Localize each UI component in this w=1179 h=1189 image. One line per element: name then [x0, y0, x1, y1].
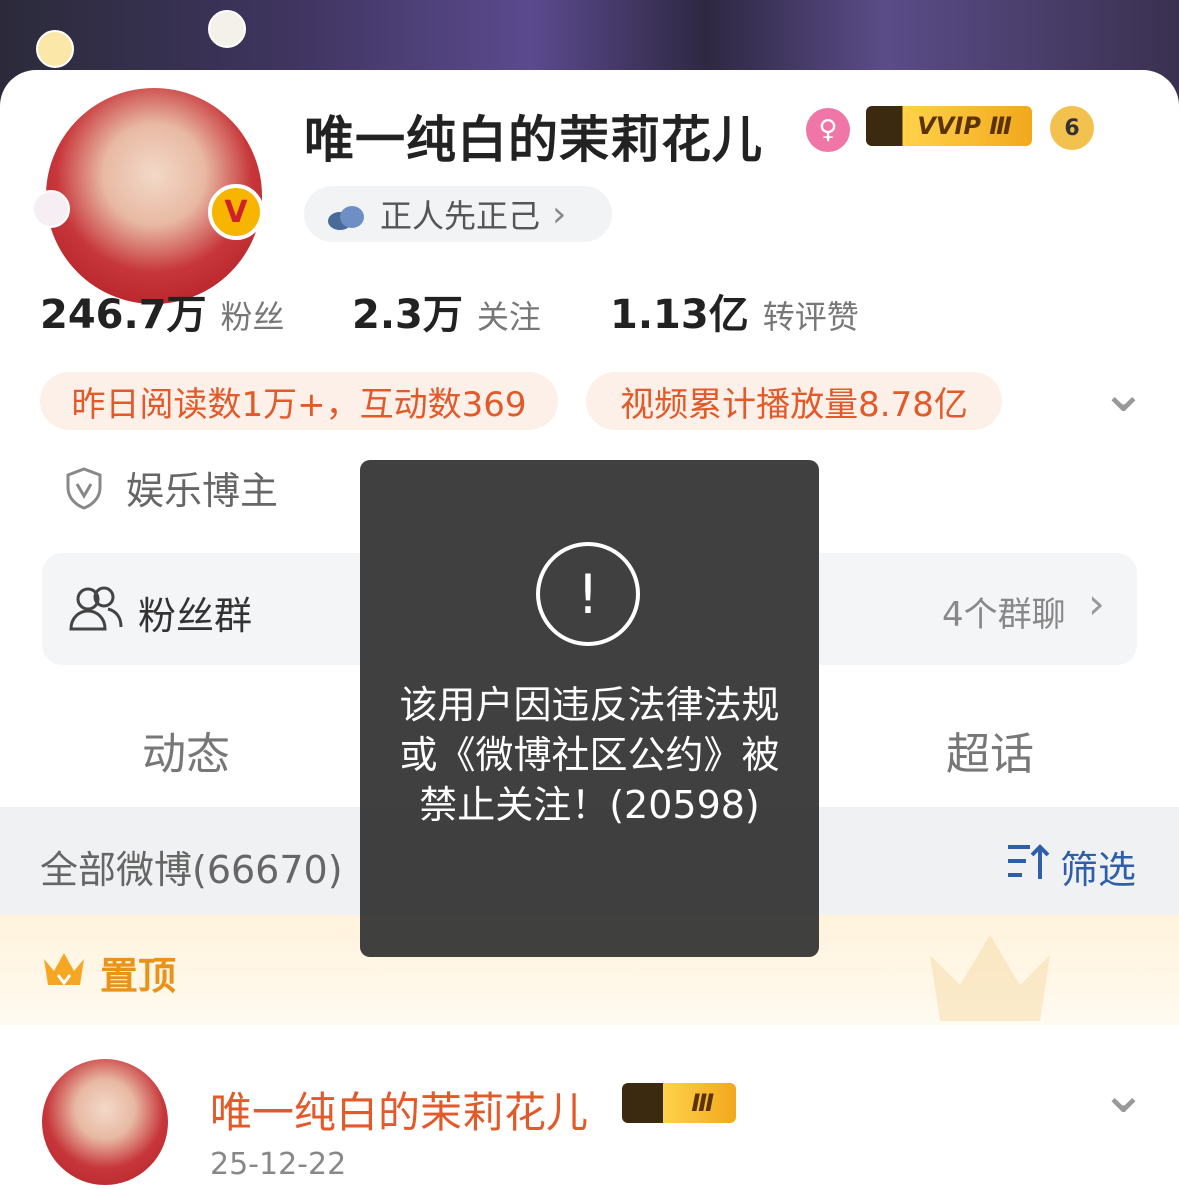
post-avatar[interactable] — [38, 1055, 172, 1189]
stat-following[interactable]: 2.3万 关注 — [352, 282, 541, 340]
group-chat-count: 4个群聊 — [942, 595, 1066, 635]
level-badge-icon[interactable]: 6 — [1050, 106, 1094, 150]
toast-message: 该用户因违反法律法规或《微博社区公约》被禁止关注！(20598) — [399, 683, 780, 827]
crown-watermark-icon — [920, 925, 1060, 1029]
post-date: 25-12-22 — [210, 1147, 347, 1182]
stat-likes[interactable]: 1.13亿 转评赞 — [610, 282, 859, 340]
shield-icon — [64, 466, 104, 510]
post-card[interactable]: 唯一纯白的茉莉花儿 Ⅲ 25-12-22 ⌄ — [0, 1025, 1179, 1189]
error-toast: ! 该用户因违反法律法规或《微博社区公约》被禁止关注！(20598) — [360, 460, 819, 957]
vip-badge-icon[interactable]: Ⅲ — [622, 1083, 736, 1123]
users-icon — [68, 585, 124, 637]
stat-value: 2.3万 — [352, 292, 463, 338]
female-gender-icon: ♀ — [806, 108, 850, 152]
alert-icon: ! — [536, 542, 640, 646]
stat-value: 1.13亿 — [610, 292, 749, 338]
vvip-badge-icon[interactable]: VVIP Ⅲ — [866, 106, 1032, 146]
role-tag: 娱乐博主 — [64, 460, 278, 515]
cloud-icon — [326, 201, 366, 230]
ip-location-bar[interactable]: 正人先正己 › — [304, 186, 612, 242]
chevron-right-icon: › — [552, 193, 567, 235]
filter-icon — [1006, 841, 1052, 885]
filter-button[interactable]: 筛选 — [1060, 839, 1136, 894]
tab-feed[interactable]: 动态 — [142, 718, 230, 782]
verified-v-icon: V — [208, 184, 264, 240]
chevron-right-icon: › — [1088, 579, 1105, 628]
stat-label: 转评赞 — [762, 298, 859, 336]
post-author-name[interactable]: 唯一纯白的茉莉花儿 — [210, 1079, 588, 1140]
stat-label: 关注 — [476, 298, 541, 336]
avatar-frame-decoration — [32, 190, 70, 228]
ip-location-text: 正人先正己 — [380, 197, 541, 235]
pinned-label: 置顶 — [100, 954, 177, 998]
profile-name: 唯一纯白的茉莉花儿 — [304, 111, 763, 169]
stat-value: 246.7万 — [40, 292, 207, 338]
post-menu-chevron-icon[interactable]: ⌄ — [1100, 1061, 1147, 1126]
role-label: 娱乐博主 — [126, 469, 279, 513]
avatar-frame-decoration — [36, 30, 74, 68]
crown-icon — [40, 949, 88, 993]
stat-followers[interactable]: 246.7万 粉丝 — [40, 282, 285, 340]
expand-chevron-icon[interactable]: ⌄ — [1100, 360, 1147, 425]
reading-stats-pill[interactable]: 昨日阅读数1万+，互动数369 — [40, 372, 558, 430]
fan-group-label: 粉丝群 — [138, 594, 253, 638]
avatar-frame-decoration — [208, 10, 246, 48]
video-stats-pill[interactable]: 视频累计播放量8.78亿 — [586, 372, 1002, 430]
all-posts-label[interactable]: 全部微博(66670) — [40, 839, 343, 894]
tab-super-topic[interactable]: 超话 — [946, 718, 1034, 782]
stat-label: 粉丝 — [220, 298, 285, 336]
